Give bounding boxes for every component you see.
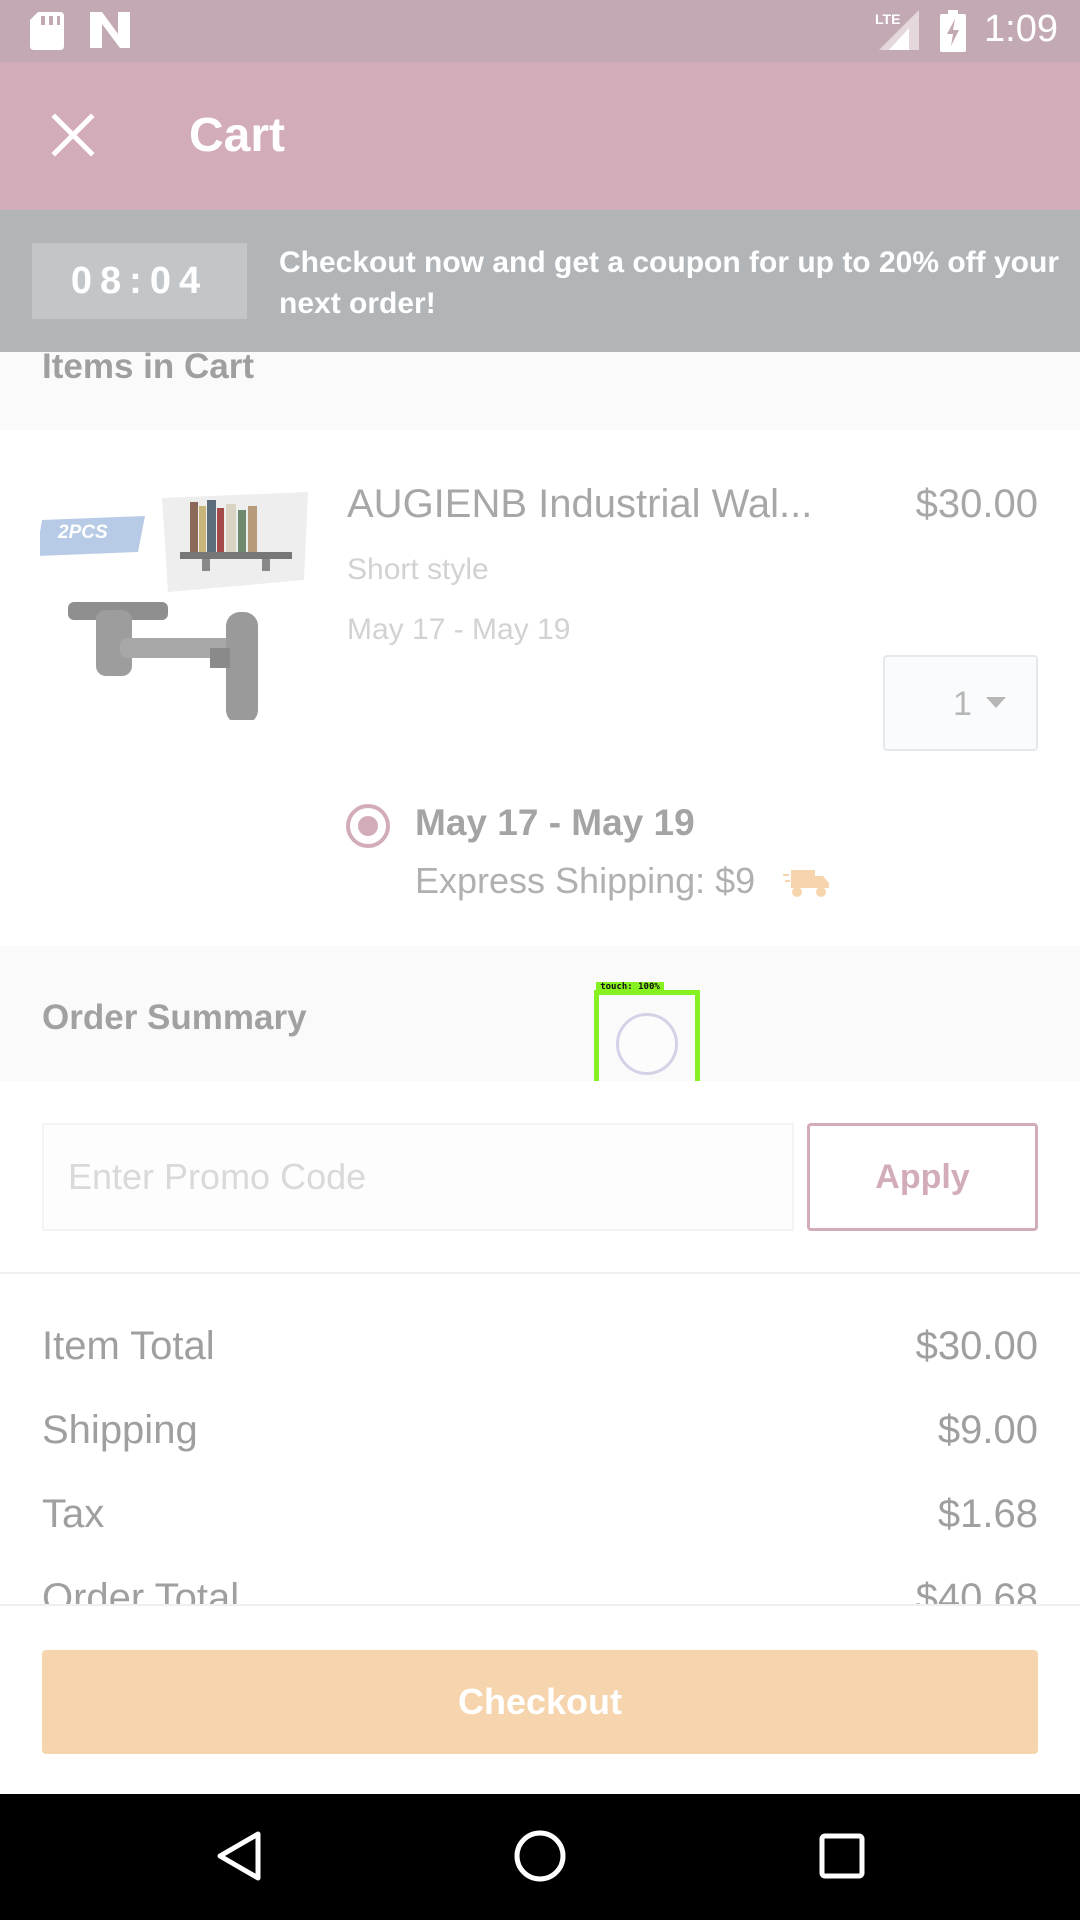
- recents-icon[interactable]: [812, 1826, 872, 1886]
- cart-item: 2PCS AUGIENB Industrial Wal... $30.00 Sh…: [0, 430, 1080, 946]
- total-row-label: Item Total: [42, 1324, 215, 1368]
- page-title: Cart: [189, 109, 286, 162]
- product-image[interactable]: 2PCS: [40, 480, 310, 720]
- product-image-badge: 2PCS: [57, 522, 108, 543]
- caret-down-icon: [986, 697, 1006, 708]
- items-section-header: Items in Cart: [0, 347, 1080, 430]
- countdown-timer: 08:04: [32, 243, 247, 319]
- summary-section-header: Order Summary: [0, 946, 1080, 1081]
- sd-card-icon: [30, 12, 64, 50]
- promo-banner: 08:04 Checkout now and get a coupon for …: [0, 210, 1080, 352]
- checkout-button[interactable]: Checkout: [42, 1650, 1038, 1754]
- total-row-label: Order Total: [42, 1576, 240, 1604]
- product-delivery-dates: May 17 - May 19: [347, 613, 571, 646]
- touch-point: [616, 1013, 678, 1075]
- status-time: 1:09: [984, 8, 1058, 50]
- lte-signal-icon: LTE: [875, 10, 919, 50]
- product-variant: Short style: [347, 553, 489, 586]
- close-icon: [51, 113, 95, 157]
- total-row-label: Shipping: [42, 1408, 198, 1452]
- summary-header-label: Order Summary: [42, 998, 307, 1037]
- shipping-total-row: Shipping $9.00: [42, 1408, 1038, 1468]
- product-price: $30.00: [915, 482, 1038, 526]
- quantity-select[interactable]: 1: [883, 655, 1038, 751]
- battery-charging-icon: [940, 10, 966, 52]
- checkout-footer: Checkout: [0, 1604, 1080, 1794]
- shipping-option-label: Express Shipping: $9: [415, 860, 756, 901]
- app-bar: Cart: [0, 62, 1080, 210]
- back-icon[interactable]: [210, 1826, 270, 1886]
- total-row-label: Tax: [42, 1492, 105, 1536]
- total-row-amount: $9.00: [937, 1408, 1038, 1452]
- promo-code-row: Apply: [0, 1081, 1080, 1274]
- tax-total-row: Tax $1.68: [42, 1492, 1038, 1552]
- total-row-amount: $1.68: [937, 1492, 1038, 1536]
- total-row-amount: $40.68: [915, 1576, 1038, 1604]
- status-bar: LTE 1:09: [0, 0, 1080, 62]
- system-nav-bar: [0, 1794, 1080, 1920]
- n-icon: [90, 12, 130, 48]
- promo-code-input[interactable]: [42, 1123, 794, 1231]
- quantity-value: 1: [953, 685, 972, 723]
- truck-icon: [783, 870, 829, 897]
- total-row-amount: $30.00: [915, 1324, 1038, 1368]
- close-button[interactable]: [40, 102, 106, 168]
- shipping-radio[interactable]: [346, 804, 390, 848]
- shipping-dates: May 17 - May 19: [415, 802, 695, 843]
- order-totals: Item Total $30.00 Shipping $9.00 Tax $1.…: [0, 1274, 1080, 1604]
- product-title[interactable]: AUGIENB Industrial Wal...: [347, 482, 837, 527]
- svg-text:LTE: LTE: [875, 11, 900, 27]
- radio-selected-dot: [358, 816, 378, 836]
- home-icon[interactable]: [510, 1826, 570, 1886]
- items-header-label: Items in Cart: [42, 347, 254, 386]
- item-total-row: Item Total $30.00: [42, 1324, 1038, 1384]
- order-total-row: Order Total $40.68: [42, 1576, 1038, 1604]
- promo-message: Checkout now and get a coupon for up to …: [279, 246, 1059, 320]
- apply-promo-button[interactable]: Apply: [807, 1123, 1038, 1231]
